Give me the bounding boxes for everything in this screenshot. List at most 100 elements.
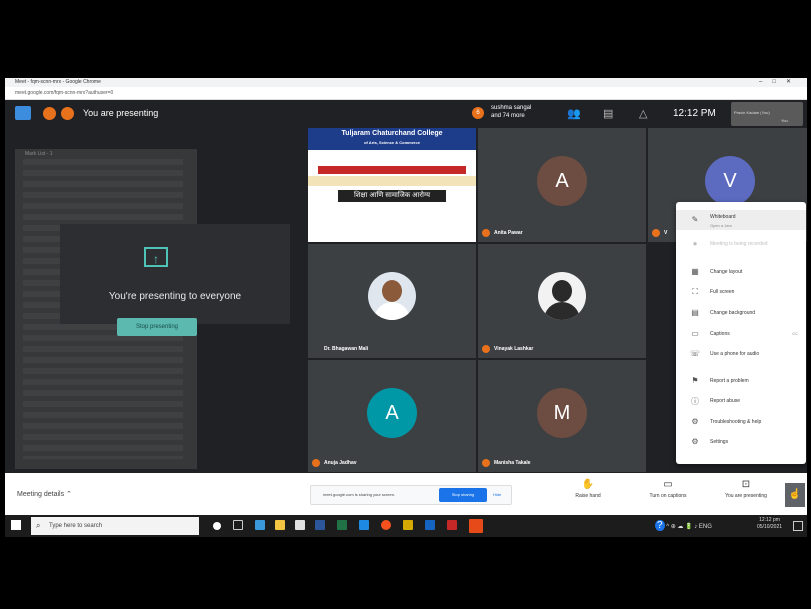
captions-shortcut: CC: [792, 331, 798, 336]
hide-button[interactable]: Hide: [493, 492, 501, 497]
task-view-icon[interactable]: [233, 520, 243, 530]
participants-summary[interactable]: sushma sangal and 74 more: [491, 104, 531, 120]
menu-item-whiteboard[interactable]: ✎ Whiteboard Open a Jam: [676, 210, 806, 230]
presenting-message: You're presenting to everyone: [108, 291, 242, 302]
mic-off-icon: [482, 345, 490, 353]
participant-name: Vinayak Lashkar: [494, 346, 534, 352]
participant-name: Anita Pawar: [494, 230, 523, 236]
meet-logo-icon: [15, 106, 31, 120]
store-icon[interactable]: [295, 520, 305, 530]
menu-sublabel: Open a Jam: [710, 223, 732, 228]
app-icon[interactable]: [425, 520, 435, 530]
chat-icon[interactable]: ▤: [603, 107, 613, 120]
participants-badge[interactable]: 6: [472, 107, 484, 119]
flag-icon: ⚑: [691, 376, 699, 385]
meet-topbar: You are presenting 6 sushma sangal and 7…: [5, 100, 807, 128]
windows-start-icon[interactable]: [11, 520, 21, 530]
presentation-slide-tile[interactable]: Tuljaram Chaturchand College of Arts, Sc…: [308, 128, 476, 242]
present-icon: ⊡: [741, 479, 751, 490]
menu-item-change-background[interactable]: ▤ Change background: [676, 303, 806, 323]
browser-titlebar: Meet - fqm-scnn-mrx - Google Chrome –□✕: [5, 78, 807, 87]
address-bar[interactable]: meet.google.com/fqm-scnn-mrx?authuser=0: [5, 87, 807, 100]
menu-item-troubleshooting[interactable]: ⚙ Troubleshooting & help: [676, 412, 806, 432]
stop-presenting-button[interactable]: Stop presenting: [117, 318, 197, 336]
present-status-icon: [61, 107, 74, 120]
participant-name: Dr. Bhagawan Mali: [324, 346, 369, 352]
window-controls[interactable]: –□✕: [759, 78, 801, 87]
share-notice-text: meet.google.com is sharing your screen.: [323, 492, 396, 497]
menu-item-full-screen[interactable]: ⛶ Full screen: [676, 282, 806, 302]
captions-button[interactable]: ▭ Turn on captions: [633, 479, 703, 499]
avatar: A: [537, 156, 587, 206]
present-screen-icon: ↑: [144, 247, 168, 267]
fullscreen-icon: ⛶: [692, 287, 698, 296]
captions-icon: ▭: [691, 329, 699, 338]
powerpoint-icon[interactable]: [469, 519, 483, 533]
participant-tile[interactable]: A Anuja Jadhav: [308, 360, 476, 472]
cortana-icon[interactable]: [213, 522, 221, 530]
activities-icon[interactable]: △: [639, 107, 647, 120]
presenting-button[interactable]: ⊡ You are presenting: [711, 479, 781, 499]
menu-item-settings[interactable]: ⚙ Settings: [676, 432, 806, 452]
menu-item-change-layout[interactable]: ▦ Change layout: [676, 262, 806, 282]
menu-label: Captions: [710, 331, 730, 337]
presenting-indicator-icon: [43, 107, 56, 120]
menu-item-report-problem[interactable]: ⚑ Report a problem: [676, 371, 806, 391]
participant-tile[interactable]: A Anita Pawar: [478, 128, 646, 242]
taskbar-date: 05/10/2021: [757, 524, 783, 530]
avatar: M: [537, 388, 587, 438]
cursor-hand-icon[interactable]: ☝: [785, 483, 805, 507]
acrobat-icon[interactable]: [447, 520, 457, 530]
menu-item-report-abuse[interactable]: ⓘ Report abuse: [676, 391, 806, 411]
menu-label: Full screen: [710, 289, 735, 295]
edge-icon[interactable]: [255, 520, 265, 530]
meeting-clock: 12:12 PM: [673, 108, 716, 119]
pen-icon: ✎: [691, 215, 699, 224]
presenting-card: ↑ You're presenting to everyone: [60, 224, 290, 324]
slide-college-name: Tuljaram Chaturchand College: [341, 130, 443, 137]
app-icon[interactable]: [403, 520, 413, 530]
app-icon[interactable]: [359, 520, 369, 530]
presenting-label: You are presenting: [83, 108, 159, 118]
mic-off-icon: [312, 459, 320, 467]
chrome-icon[interactable]: [381, 520, 391, 530]
self-view-tile[interactable]: Pravin Kadam (You) You: [731, 102, 803, 126]
help-icon: ?: [655, 520, 665, 531]
meeting-details-button[interactable]: Meeting details ⌃: [17, 490, 72, 498]
slide-title: शिक्षा आणि सामाजिक आरोग्य: [338, 190, 446, 202]
participant-tile[interactable]: Dr. Bhagawan Mali: [308, 244, 476, 358]
participant-name: Manisha Takale: [494, 460, 531, 466]
menu-label: Report abuse: [710, 398, 741, 404]
screen: Meet - fqm-scnn-mrx - Google Chrome –□✕ …: [5, 78, 807, 537]
menu-item-captions[interactable]: ▭ Captions CC: [676, 324, 806, 344]
raise-hand-button[interactable]: ✋ Raise hand: [553, 479, 623, 499]
search-icon: ⌕: [36, 521, 41, 530]
menu-label: Change background: [710, 310, 756, 316]
word-icon[interactable]: [315, 520, 325, 530]
excel-icon[interactable]: [337, 520, 347, 530]
participant-tile[interactable]: M Manisha Takale: [478, 360, 646, 472]
input-language: ENG: [698, 524, 712, 530]
hand-icon: ✋: [581, 479, 595, 490]
help-icon: ⚙: [691, 417, 699, 426]
menu-item-recording[interactable]: ● Meeting is being recorded: [676, 234, 806, 254]
slide-header: Tuljaram Chaturchand College of Arts, Sc…: [308, 128, 476, 150]
menu-item-phone-audio[interactable]: ☏ Use a phone for audio: [676, 344, 806, 364]
people-icon[interactable]: 👥: [567, 107, 581, 120]
mic-off-icon: [652, 229, 660, 237]
notifications-icon[interactable]: [793, 521, 803, 531]
participant-tile[interactable]: Vinayak Lashkar: [478, 244, 646, 358]
search-placeholder: Type here to search: [49, 523, 103, 529]
self-name: Pravin Kadam (You): [734, 110, 770, 115]
participant-photo: [368, 272, 416, 320]
taskbar-clock[interactable]: 12:12 pm 05/10/2021: [757, 517, 782, 531]
slide-red-band: [318, 166, 466, 174]
system-tray[interactable]: ? ^ ⊕ ☁ 🔋 ♪ ENG: [655, 520, 712, 531]
avatar: A: [367, 388, 417, 438]
participant-name: Anuja Jadhav: [324, 460, 357, 466]
screen-share-notice: meet.google.com is sharing your screen. …: [310, 485, 512, 505]
taskbar-time: 12:12 pm: [759, 517, 780, 523]
stop-sharing-button[interactable]: Stop sharing: [439, 488, 487, 502]
file-explorer-icon[interactable]: [275, 520, 285, 530]
taskbar-search-input[interactable]: ⌕ Type here to search: [31, 517, 199, 535]
